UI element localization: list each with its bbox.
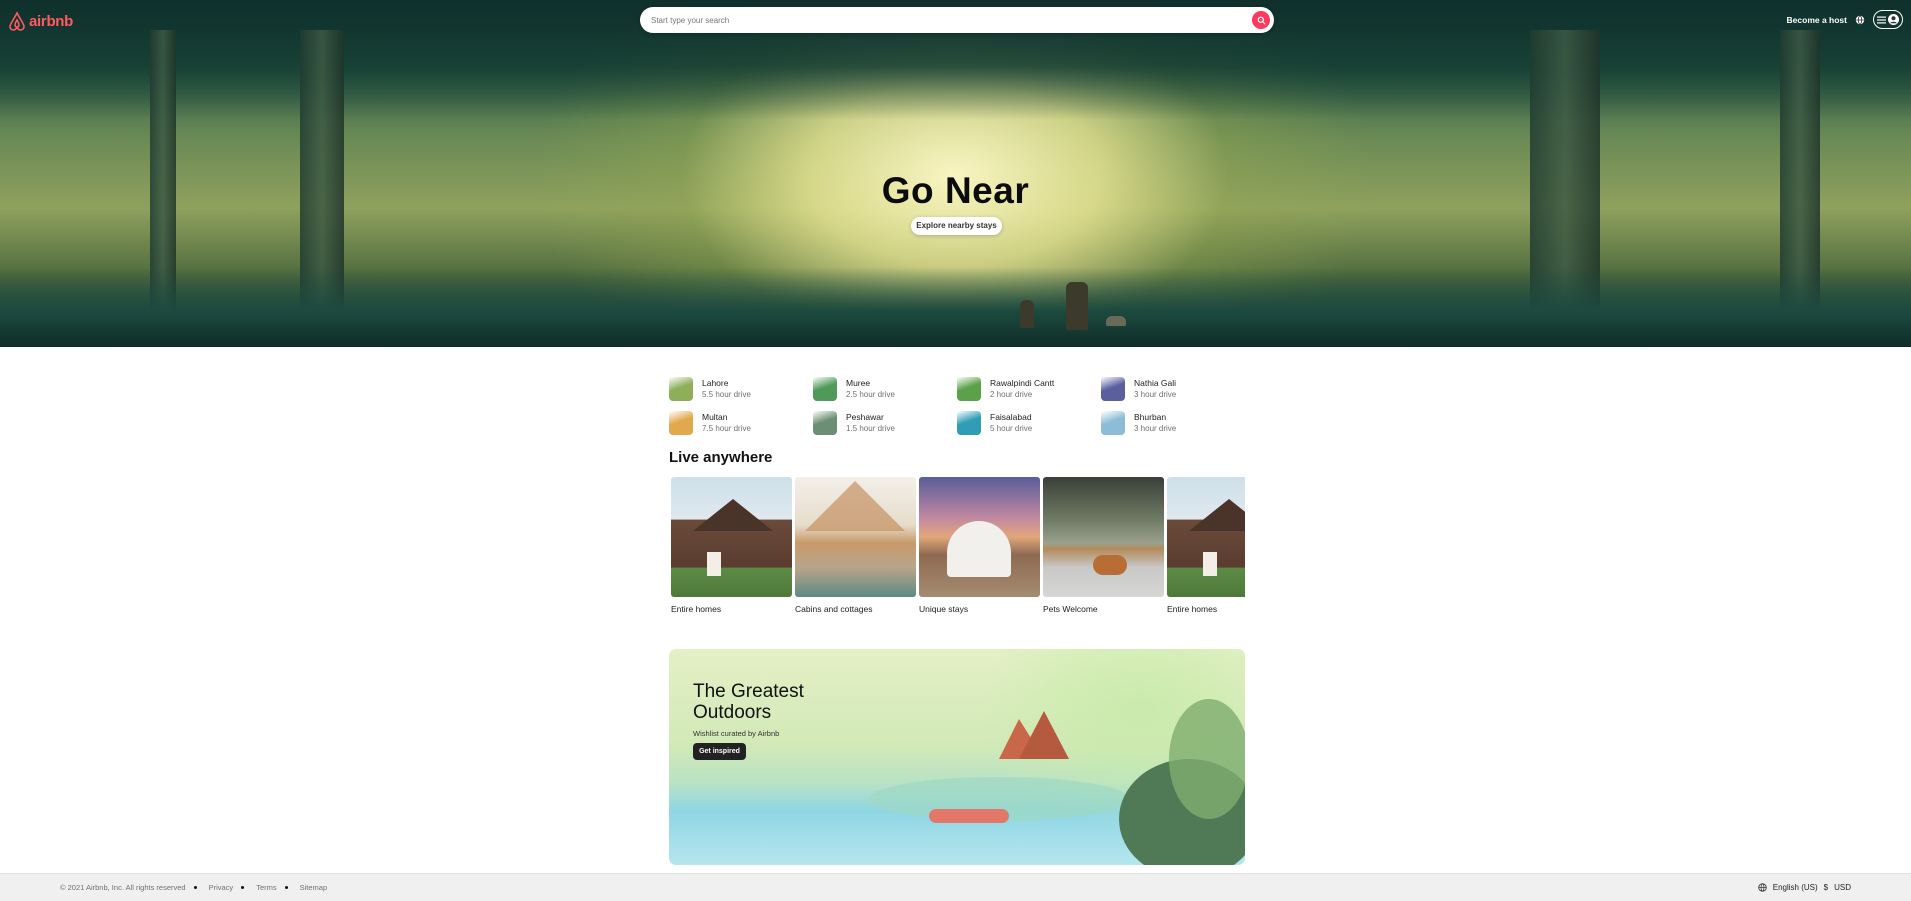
globe-icon[interactable] xyxy=(1855,14,1865,25)
nearby-thumbnail xyxy=(813,377,837,401)
nearby-item[interactable]: Multan 7.5 hour drive xyxy=(669,411,813,435)
language-selector[interactable]: English (US) xyxy=(1773,883,1818,892)
category-card[interactable]: Entire homes xyxy=(1167,477,1245,617)
category-card[interactable]: Unique stays xyxy=(919,477,1040,617)
category-card[interactable]: Cabins and cottages xyxy=(795,477,916,617)
hero-figure xyxy=(1066,282,1088,330)
nearby-drive-time: 7.5 hour drive xyxy=(702,424,751,433)
nearby-name: Bhurban xyxy=(1134,412,1167,422)
user-avatar-icon xyxy=(1888,14,1899,25)
privacy-link[interactable]: Privacy xyxy=(209,883,234,892)
nearby-thumbnail xyxy=(1101,411,1125,435)
search-bar[interactable] xyxy=(640,7,1274,33)
nearby-item[interactable]: Faisalabad 5 hour drive xyxy=(957,411,1101,435)
nearby-item[interactable]: Muree 2.5 hour drive xyxy=(813,377,957,401)
nearby-name: Peshawar xyxy=(846,412,884,422)
outdoors-banner: The Greatest Outdoors Wishlist curated b… xyxy=(669,649,1245,865)
nearby-item[interactable]: Peshawar 1.5 hour drive xyxy=(813,411,957,435)
hero-banner: airbnb Become a host xyxy=(0,0,1911,347)
category-card[interactable]: Entire homes xyxy=(671,477,792,617)
nearby-drive-time: 5 hour drive xyxy=(990,424,1033,433)
live-anywhere-carousel[interactable]: Entire homes Cabins and cottages Unique … xyxy=(671,477,1245,617)
nearby-item[interactable]: Nathia Gali 3 hour drive xyxy=(1101,377,1245,401)
nearby-destinations: Lahore 5.5 hour drive Muree 2.5 hour drive R… xyxy=(669,377,1245,435)
nearby-drive-time: 5.5 hour drive xyxy=(702,390,751,399)
category-image xyxy=(671,477,792,597)
category-label: Cabins and cottages xyxy=(795,604,873,614)
hero-figure xyxy=(1020,300,1034,328)
copyright-text: © 2021 Airbnb, Inc. All rights reserved xyxy=(60,883,186,892)
search-input[interactable] xyxy=(651,15,1252,25)
category-label: Entire homes xyxy=(1167,604,1218,614)
footer-links: © 2021 Airbnb, Inc. All rights reserved … xyxy=(60,883,335,892)
nearby-name: Faisalabad xyxy=(990,412,1032,422)
separator-dot xyxy=(284,886,288,889)
nearby-thumbnail xyxy=(669,411,693,435)
nearby-drive-time: 2.5 hour drive xyxy=(846,390,895,399)
search-button[interactable] xyxy=(1252,11,1270,29)
nearby-name: Multan xyxy=(702,412,728,422)
hero-dog xyxy=(1106,316,1126,326)
hero-ground xyxy=(0,267,1911,347)
category-image xyxy=(1167,477,1245,597)
nearby-drive-time: 2 hour drive xyxy=(990,390,1033,399)
separator-dot xyxy=(193,886,197,889)
currency-symbol: $ xyxy=(1823,883,1829,892)
become-host-link[interactable]: Become a host xyxy=(1787,15,1847,25)
banner-subtitle: Wishlist curated by Airbnb xyxy=(693,729,780,738)
nearby-thumbnail xyxy=(1101,377,1125,401)
nearby-item[interactable]: Lahore 5.5 hour drive xyxy=(669,377,813,401)
live-anywhere-title: Live anywhere xyxy=(669,449,773,466)
banner-title: The Greatest Outdoors xyxy=(693,681,804,723)
airbnb-logo[interactable]: airbnb xyxy=(8,11,73,31)
airbnb-logo-icon xyxy=(9,11,25,31)
search-icon xyxy=(1257,16,1266,25)
nearby-name: Nathia Gali xyxy=(1134,378,1177,388)
menu-icon xyxy=(1877,16,1886,23)
category-label: Pets Welcome xyxy=(1043,604,1098,614)
nearby-item[interactable]: Bhurban 3 hour drive xyxy=(1101,411,1245,435)
category-label: Unique stays xyxy=(919,604,969,614)
nearby-item[interactable]: Rawalpindi Cantt 2 hour drive xyxy=(957,377,1101,401)
top-right-nav: Become a host xyxy=(1787,10,1903,29)
footer: © 2021 Airbnb, Inc. All rights reserved … xyxy=(0,873,1911,901)
globe-icon[interactable] xyxy=(1758,883,1767,892)
category-image xyxy=(795,477,916,597)
explore-nearby-button[interactable]: Explore nearby stays xyxy=(911,217,1002,235)
category-label: Entire homes xyxy=(671,604,722,614)
nearby-drive-time: 1.5 hour drive xyxy=(846,424,895,433)
nearby-thumbnail xyxy=(957,411,981,435)
sitemap-link[interactable]: Sitemap xyxy=(300,883,328,892)
nearby-name: Lahore xyxy=(702,378,729,388)
profile-menu-button[interactable] xyxy=(1873,10,1903,29)
brand-name: airbnb xyxy=(29,12,74,30)
category-image xyxy=(919,477,1040,597)
nearby-drive-time: 3 hour drive xyxy=(1134,424,1177,433)
hero-title: Go Near xyxy=(881,170,1030,211)
currency-selector[interactable]: USD xyxy=(1834,883,1851,892)
nearby-name: Muree xyxy=(846,378,871,388)
terms-link[interactable]: Terms xyxy=(256,883,276,892)
footer-locale: English (US) $ USD xyxy=(1758,883,1851,892)
nearby-name: Rawalpindi Cantt xyxy=(990,378,1055,388)
nearby-thumbnail xyxy=(813,411,837,435)
category-card[interactable]: Pets Welcome xyxy=(1043,477,1164,617)
separator-dot xyxy=(241,886,245,889)
category-image xyxy=(1043,477,1164,597)
nearby-thumbnail xyxy=(957,377,981,401)
get-inspired-button[interactable]: Get inspired xyxy=(693,743,746,760)
nearby-drive-time: 3 hour drive xyxy=(1134,390,1177,399)
nearby-thumbnail xyxy=(669,377,693,401)
